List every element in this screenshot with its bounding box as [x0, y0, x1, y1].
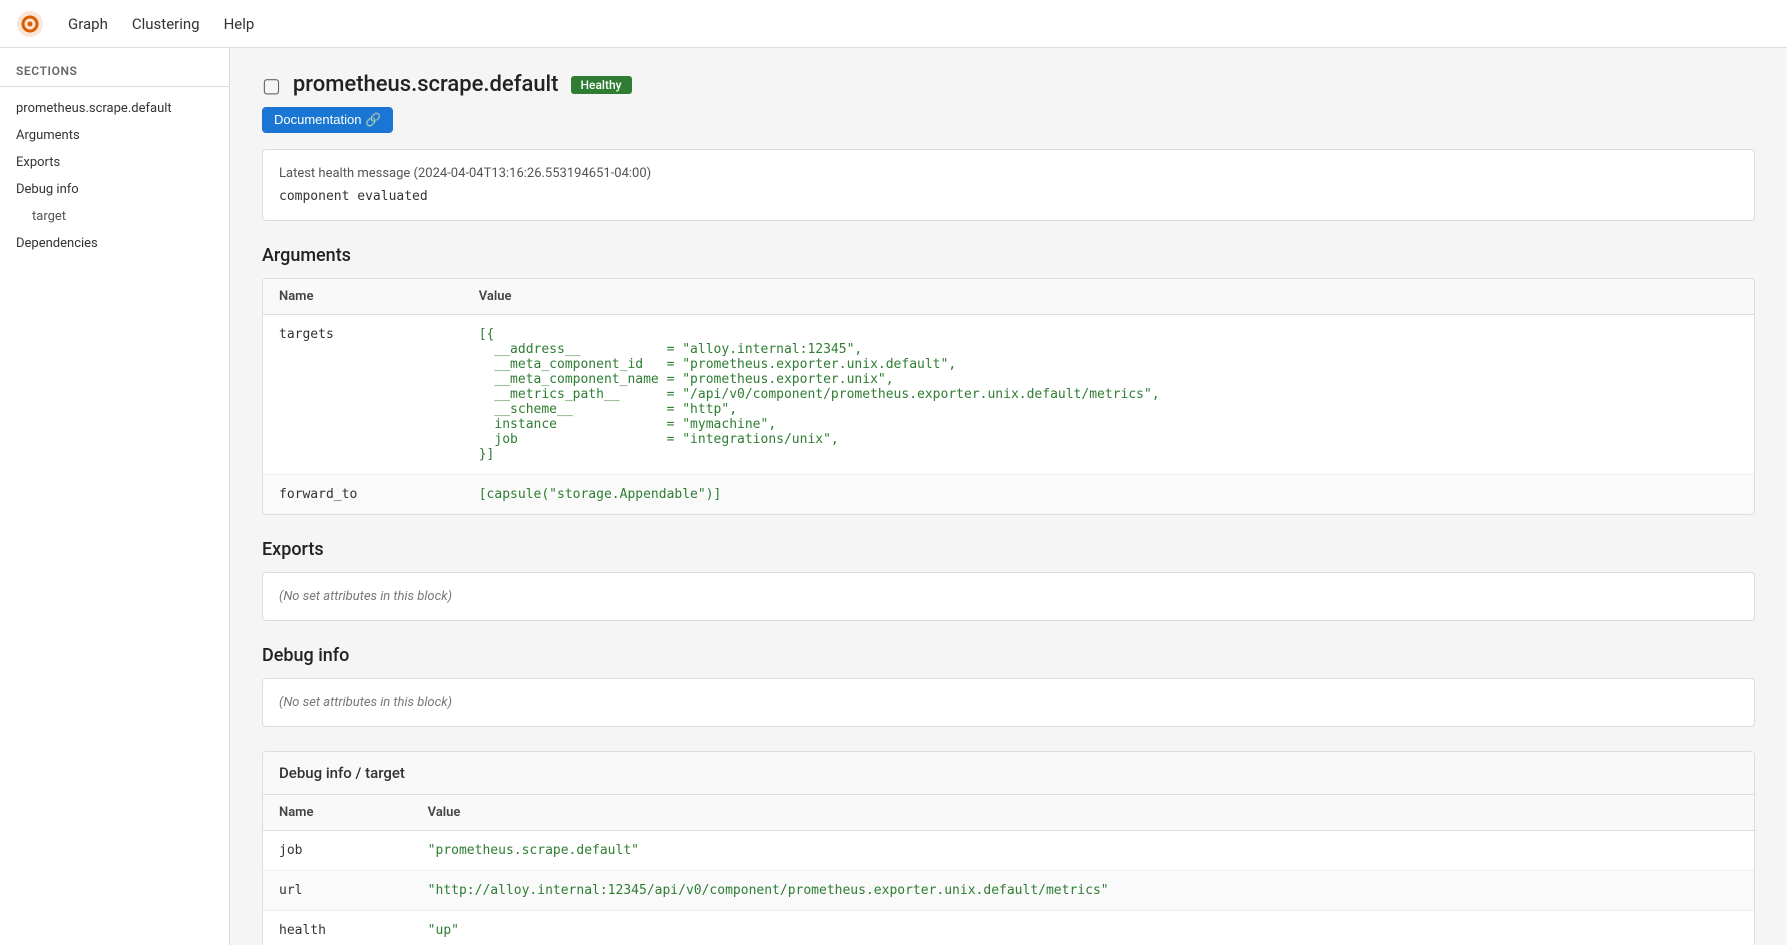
debug-info-heading: Debug info	[262, 645, 1755, 666]
sidebar-item-arguments[interactable]: Arguments	[0, 122, 229, 149]
nav-help[interactable]: Help	[224, 15, 255, 33]
arg-forward-to-name: forward_to	[263, 475, 463, 515]
sidebar: Sections prometheus.scrape.default Argum…	[0, 48, 230, 945]
arguments-heading: Arguments	[262, 245, 1755, 266]
sidebar-title: Sections	[0, 64, 229, 87]
exports-heading: Exports	[262, 539, 1755, 560]
arguments-table: Name Value targets [{ __address__ = "all…	[263, 279, 1754, 514]
app-logo-icon	[16, 10, 44, 38]
health-box-title: Latest health message (2024-04-04T13:16:…	[279, 166, 1738, 181]
sidebar-item-debug-info[interactable]: Debug info	[0, 176, 229, 203]
sidebar-item-target[interactable]: target	[0, 203, 229, 230]
debug-health-value: "up"	[412, 911, 1754, 945]
debug-info-no-attrs: (No set attributes in this block)	[262, 678, 1755, 727]
main-content: ▢ prometheus.scrape.default Healthy Docu…	[230, 48, 1787, 945]
debug-job-name: job	[263, 831, 412, 871]
debug-col-name-header: Name	[263, 795, 412, 831]
arguments-table-wrapper: Name Value targets [{ __address__ = "all…	[262, 278, 1755, 515]
layout: Sections prometheus.scrape.default Argum…	[0, 48, 1787, 945]
col-value-header: Value	[463, 279, 1754, 315]
health-message-text: component evaluated	[279, 189, 1738, 204]
nav-clustering[interactable]: Clustering	[132, 15, 200, 33]
col-name-header: Name	[263, 279, 463, 315]
sidebar-item-dependencies[interactable]: Dependencies	[0, 230, 229, 257]
nav-graph[interactable]: Graph	[68, 15, 108, 33]
debug-info-target-table: Name Value job "prometheus.scrape.defaul…	[263, 795, 1754, 945]
table-row: forward_to [capsule("storage.Appendable"…	[263, 475, 1754, 515]
debug-info-target-section: Debug info / target Name Value job "prom…	[262, 751, 1755, 945]
component-icon: ▢	[262, 73, 281, 97]
top-nav: Graph Clustering Help	[0, 0, 1787, 48]
table-row: job "prometheus.scrape.default"	[263, 831, 1754, 871]
debug-health-name: health	[263, 911, 412, 945]
arg-forward-to-value: [capsule("storage.Appendable")]	[463, 475, 1754, 515]
arg-targets-value: [{ __address__ = "alloy.internal:12345",…	[463, 315, 1754, 475]
page-header: ▢ prometheus.scrape.default Healthy	[262, 72, 1755, 97]
exports-no-attrs: (No set attributes in this block)	[262, 572, 1755, 621]
arg-targets-name: targets	[263, 315, 463, 475]
table-row: health "up"	[263, 911, 1754, 945]
debug-info-target-heading: Debug info / target	[263, 752, 1754, 795]
doc-button-label: Documentation 🔗	[274, 112, 381, 128]
health-badge: Healthy	[571, 76, 632, 94]
table-row: url "http://alloy.internal:12345/api/v0/…	[263, 871, 1754, 911]
sidebar-item-exports[interactable]: Exports	[0, 149, 229, 176]
sidebar-item-scrape-default[interactable]: prometheus.scrape.default	[0, 95, 229, 122]
debug-url-value: "http://alloy.internal:12345/api/v0/comp…	[412, 871, 1754, 911]
health-message-box: Latest health message (2024-04-04T13:16:…	[262, 149, 1755, 221]
documentation-button[interactable]: Documentation 🔗	[262, 107, 393, 133]
table-row: targets [{ __address__ = "alloy.internal…	[263, 315, 1754, 475]
debug-url-name: url	[263, 871, 412, 911]
debug-col-value-header: Value	[412, 795, 1754, 831]
debug-job-value: "prometheus.scrape.default"	[412, 831, 1754, 871]
page-title: prometheus.scrape.default	[293, 72, 559, 97]
